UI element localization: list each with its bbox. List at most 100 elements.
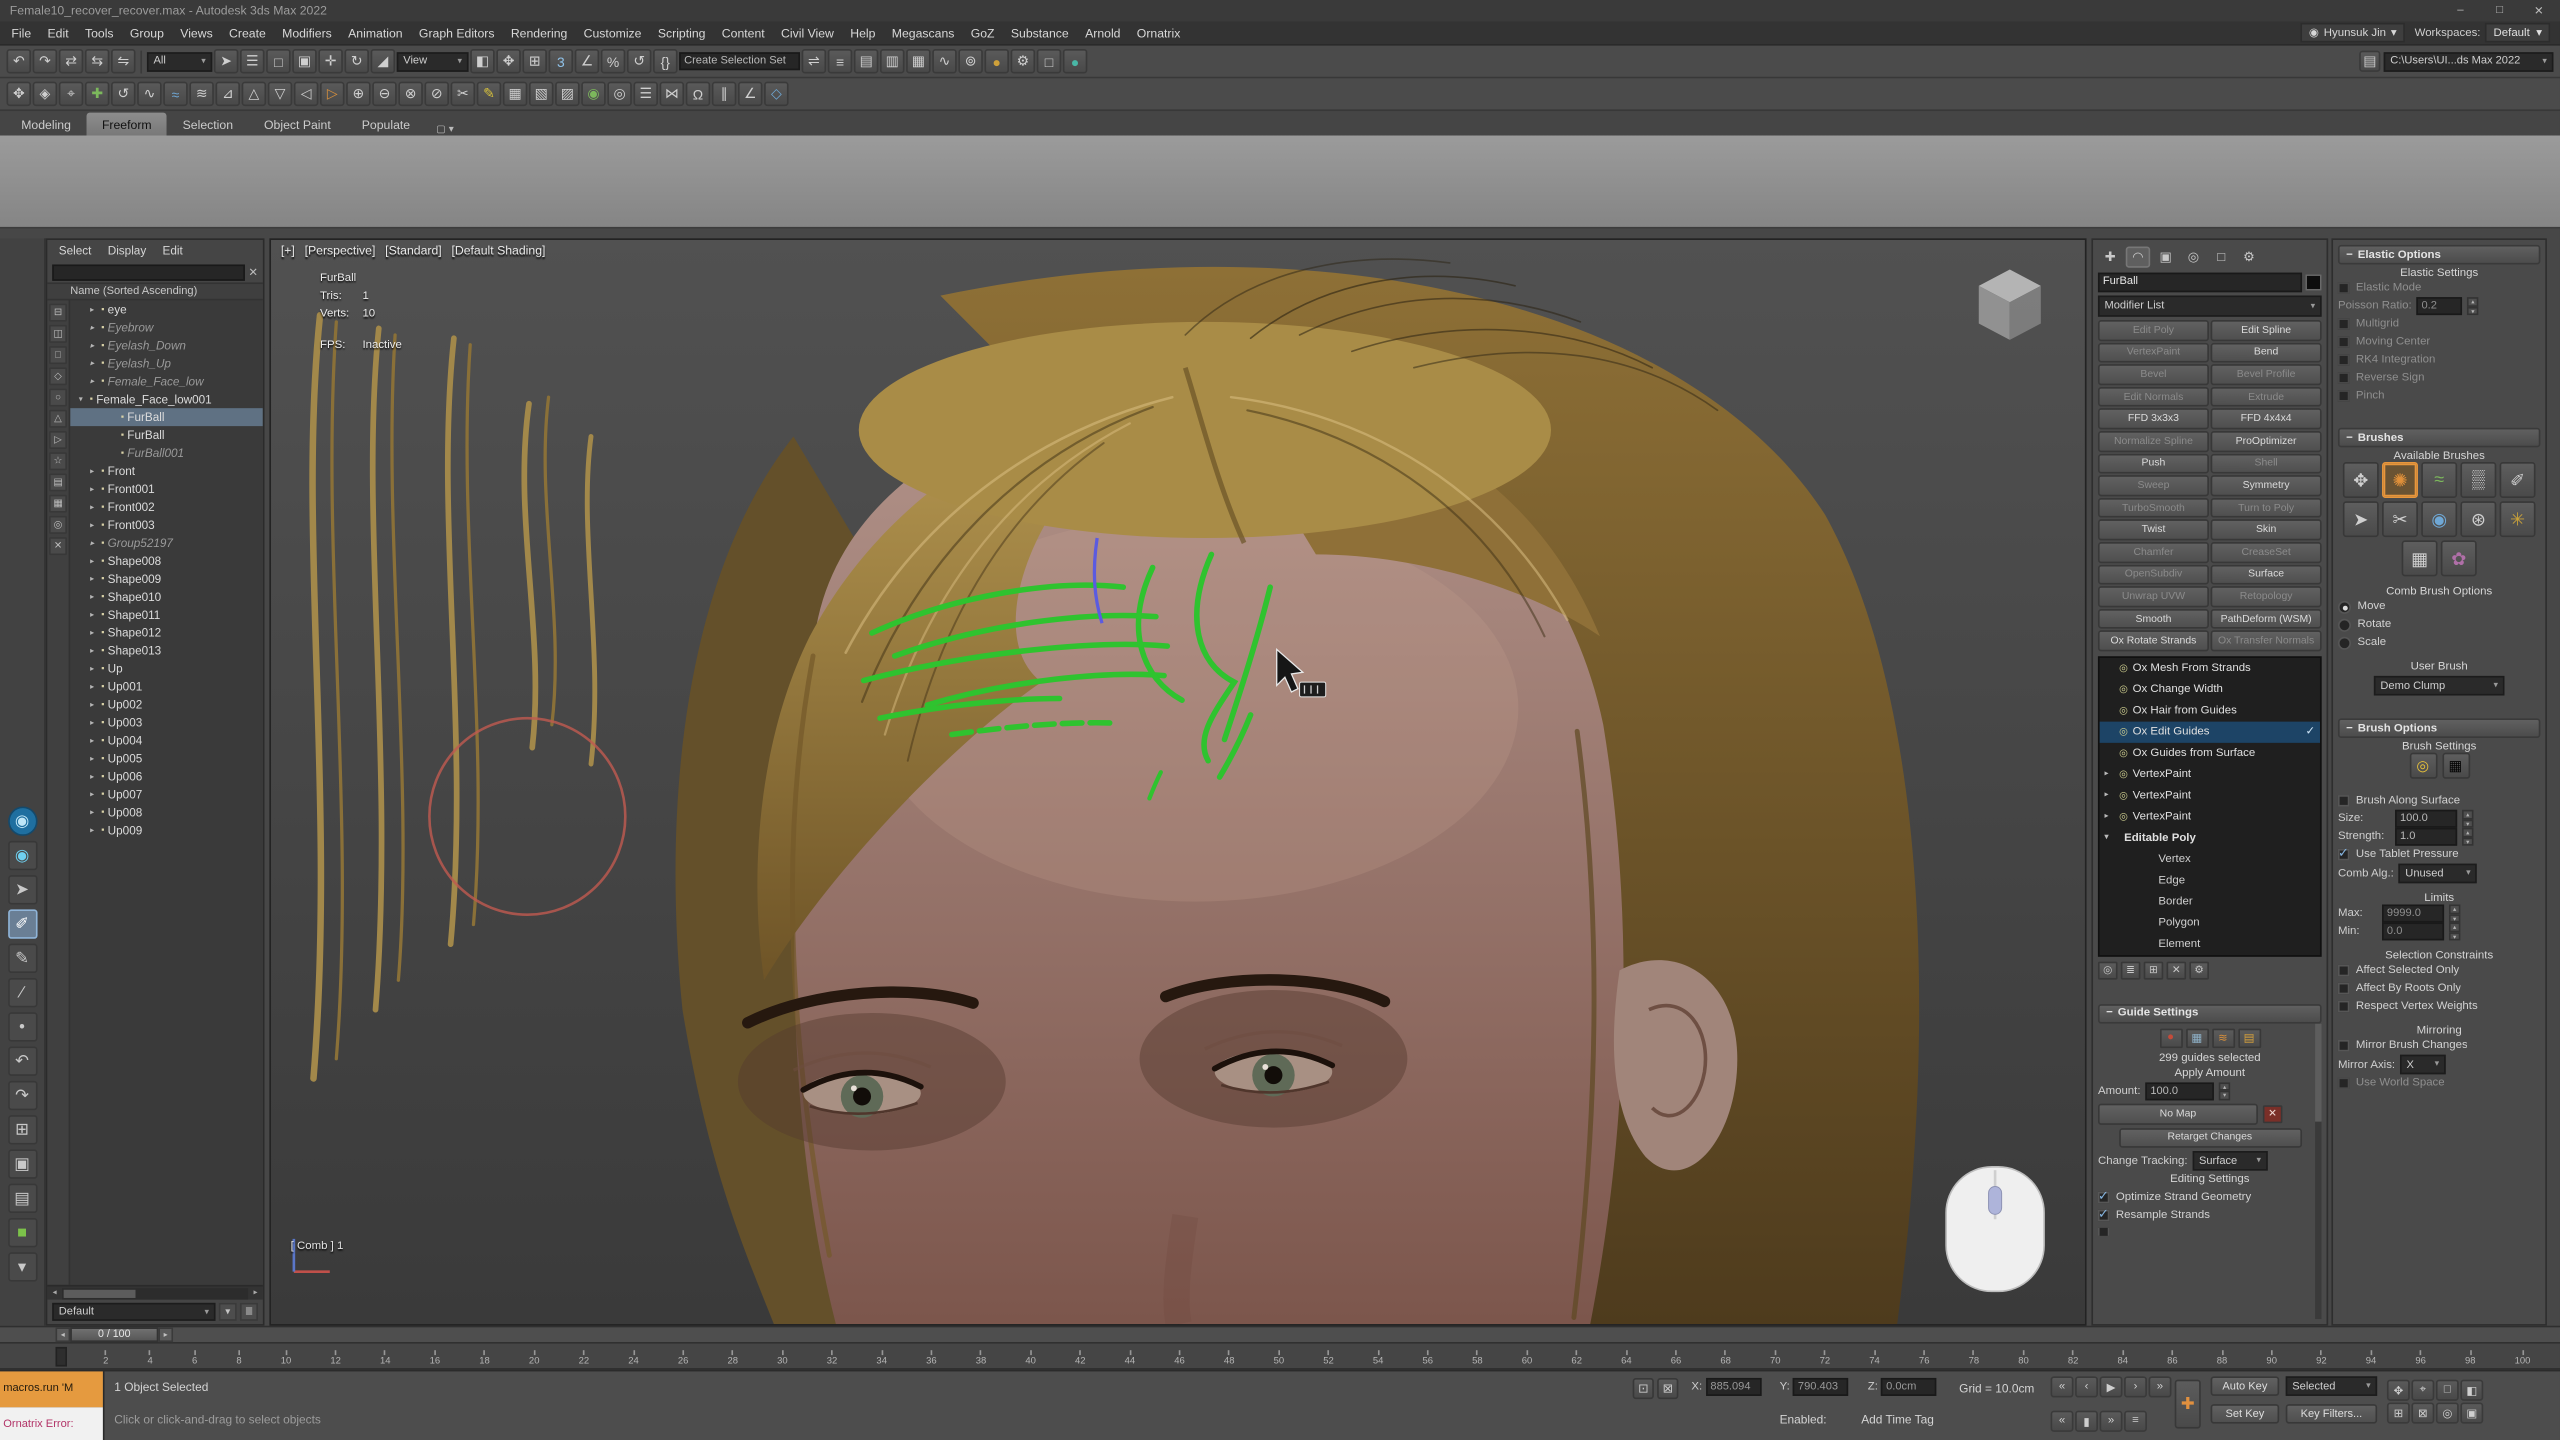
size-spinner[interactable]: ▴▾: [2462, 810, 2473, 828]
mirror-brush-checkbox[interactable]: Mirror Brush Changes: [2338, 1037, 2540, 1055]
size-field[interactable]: 100.0: [2395, 810, 2457, 828]
clipped-checkbox-row[interactable]: [2098, 1228, 2322, 1236]
min-field[interactable]: 0.0: [2382, 922, 2444, 940]
ribbon-tab[interactable]: Modeling: [7, 113, 86, 136]
toolbar-icon[interactable]: {}: [653, 49, 677, 73]
toolbar-icon[interactable]: ⇌: [802, 49, 826, 73]
side-tool-icon[interactable]: ◉: [7, 841, 36, 870]
expand-arrow-icon[interactable]: ▸: [87, 610, 98, 620]
checkbox-icon[interactable]: [2098, 1192, 2109, 1203]
hair-tool-icon[interactable]: ≋: [189, 82, 213, 106]
tree-row[interactable]: ▸ ▪ Up003: [70, 713, 263, 731]
panel-tab-icon[interactable]: ⚙: [2237, 246, 2261, 267]
explorer-preset-dropdown[interactable]: Default ▾: [52, 1303, 215, 1321]
hair-tool-icon[interactable]: ▽: [268, 82, 292, 106]
ribbon-config-icon[interactable]: ▢: [436, 124, 445, 135]
tree-row[interactable]: ▸ ▪ Eyelash_Down: [70, 336, 263, 354]
amount-field[interactable]: 100.0: [2145, 1082, 2214, 1100]
toolbar-icon[interactable]: ↷: [33, 49, 57, 73]
toolbar-icon[interactable]: ∠: [575, 49, 599, 73]
key-step-icon[interactable]: ≡: [2124, 1411, 2147, 1432]
hair-tool-icon[interactable]: ◎: [607, 82, 631, 106]
modifier-list-dropdown[interactable]: Modifier List ▾: [2098, 296, 2322, 317]
tree-row[interactable]: ▸ ▪ Female_Face_low: [70, 372, 263, 390]
menu-item[interactable]: Customize: [575, 25, 649, 40]
modifier-button[interactable]: OpenSubdiv: [2098, 564, 2209, 585]
guide-settings-checkbox[interactable]: Resample Strands: [2098, 1207, 2322, 1225]
modifier-button[interactable]: CreaseSet: [2211, 542, 2322, 563]
side-tool-icon[interactable]: ▤: [7, 1184, 36, 1213]
tree-row[interactable]: ▾ ▪ Female_Face_low001: [70, 390, 263, 408]
stack-tool-icon[interactable]: ✕: [2167, 961, 2187, 979]
max-field[interactable]: 9999.0: [2382, 904, 2444, 922]
panel-tab-icon[interactable]: □: [2209, 246, 2233, 267]
constraint-checkbox[interactable]: Respect Vertex Weights: [2338, 998, 2540, 1016]
explorer-option-icon[interactable]: ≣: [240, 1303, 258, 1321]
toolbar-icon[interactable]: ◢: [371, 49, 395, 73]
playback-icon[interactable]: »: [2149, 1376, 2172, 1397]
brushes-header[interactable]: − Brushes: [2338, 428, 2540, 448]
brush-preset-button[interactable]: ✳: [2500, 501, 2536, 537]
viewport-label-item[interactable]: [Perspective]: [305, 243, 376, 258]
stack-row[interactable]: ◎ Ox Guides from Surface: [2100, 743, 2320, 764]
modifier-toggle-icon[interactable]: ◎: [2119, 790, 2128, 801]
elastic-mode-checkbox[interactable]: Elastic Mode: [2338, 279, 2540, 297]
time-slider[interactable]: ◂ 0 / 100 ▸: [0, 1326, 2560, 1344]
comb-mode-radio[interactable]: Scale: [2338, 633, 2540, 651]
explorer-menu-item[interactable]: Select: [52, 243, 98, 258]
expand-arrow-icon[interactable]: ▸: [87, 358, 98, 368]
x-field[interactable]: 885.094: [1706, 1378, 1762, 1396]
menu-item[interactable]: File: [3, 25, 39, 40]
expand-arrow-icon[interactable]: ▸: [87, 484, 98, 494]
expand-arrow-icon[interactable]: ▸: [87, 628, 98, 638]
strength-field[interactable]: 1.0: [2395, 828, 2457, 846]
menu-item[interactable]: Content: [714, 25, 773, 40]
scroll-left-icon[interactable]: ◂: [47, 1288, 62, 1298]
change-tracking-dropdown[interactable]: Surface ▾: [2192, 1151, 2267, 1171]
menu-item[interactable]: Create: [221, 25, 274, 40]
mirror-axis-dropdown[interactable]: X ▾: [2400, 1055, 2446, 1075]
panel-scrollbar[interactable]: [2315, 1024, 2322, 1320]
expand-arrow-icon[interactable]: ▸: [87, 807, 98, 817]
viewport-nav-icon[interactable]: ◧: [2460, 1380, 2483, 1401]
object-color-swatch[interactable]: [2305, 273, 2321, 289]
tree-row[interactable]: ▸ ▪ Up006: [70, 767, 263, 785]
frame-forward-icon[interactable]: ▸: [158, 1327, 173, 1342]
panel-tab-icon[interactable]: ◠: [2126, 246, 2150, 267]
brush-shape-icon[interactable]: ▦: [2442, 753, 2470, 779]
user-account-button[interactable]: ◉ Hyunsuk Jin ▾: [2301, 23, 2405, 43]
hair-tool-icon[interactable]: ↺: [111, 82, 135, 106]
modifier-button[interactable]: Edit Normals: [2098, 387, 2209, 408]
menu-item[interactable]: Group: [122, 25, 172, 40]
panel-tab-icon[interactable]: ▣: [2153, 246, 2177, 267]
tree-row[interactable]: ▸ ▪ Up002: [70, 696, 263, 714]
reference-coordinate-dropdown[interactable]: View▾: [397, 51, 469, 71]
menu-item[interactable]: Scripting: [650, 25, 714, 40]
toolbar-icon[interactable]: ▦: [906, 49, 930, 73]
modifier-button[interactable]: Retopology: [2211, 586, 2322, 607]
expand-arrow-icon[interactable]: ▾: [2104, 833, 2114, 843]
stack-tool-icon[interactable]: ⊞: [2144, 961, 2164, 979]
toolbar-icon[interactable]: ↺: [627, 49, 651, 73]
hair-tool-icon[interactable]: ◁: [294, 82, 318, 106]
tree-row[interactable]: ▸ ▪ Shape009: [70, 570, 263, 588]
playback-icon[interactable]: ›: [2124, 1376, 2147, 1397]
brush-preset-button[interactable]: ◉: [2421, 501, 2457, 537]
hair-tool-icon[interactable]: △: [242, 82, 266, 106]
toolbar-icon[interactable]: ⇄: [59, 49, 83, 73]
poisson-ratio-field[interactable]: 0.2: [2417, 297, 2463, 315]
brush-preset-button[interactable]: ⊛: [2460, 501, 2496, 537]
brush-options-header[interactable]: − Brush Options: [2338, 718, 2540, 738]
ribbon-config-icon[interactable]: ▾: [449, 124, 454, 135]
isolate-selection-icon[interactable]: ⊡: [1633, 1378, 1654, 1399]
hair-tool-icon[interactable]: ∠: [738, 82, 762, 106]
tree-row[interactable]: ▸ ▪ Shape008: [70, 552, 263, 570]
display-filter-icon[interactable]: ▷: [49, 431, 67, 449]
toolbar-icon[interactable]: ✥: [496, 49, 520, 73]
brush-preset-button[interactable]: ✂: [2382, 501, 2418, 537]
expand-arrow-icon[interactable]: ▸: [87, 825, 98, 835]
playback-icon[interactable]: «: [2051, 1376, 2074, 1397]
tree-row[interactable]: ▸ ▪ Eyelash_Up: [70, 354, 263, 372]
expand-arrow-icon[interactable]: ▸: [87, 592, 98, 602]
ribbon-tab[interactable]: Selection: [168, 113, 248, 136]
